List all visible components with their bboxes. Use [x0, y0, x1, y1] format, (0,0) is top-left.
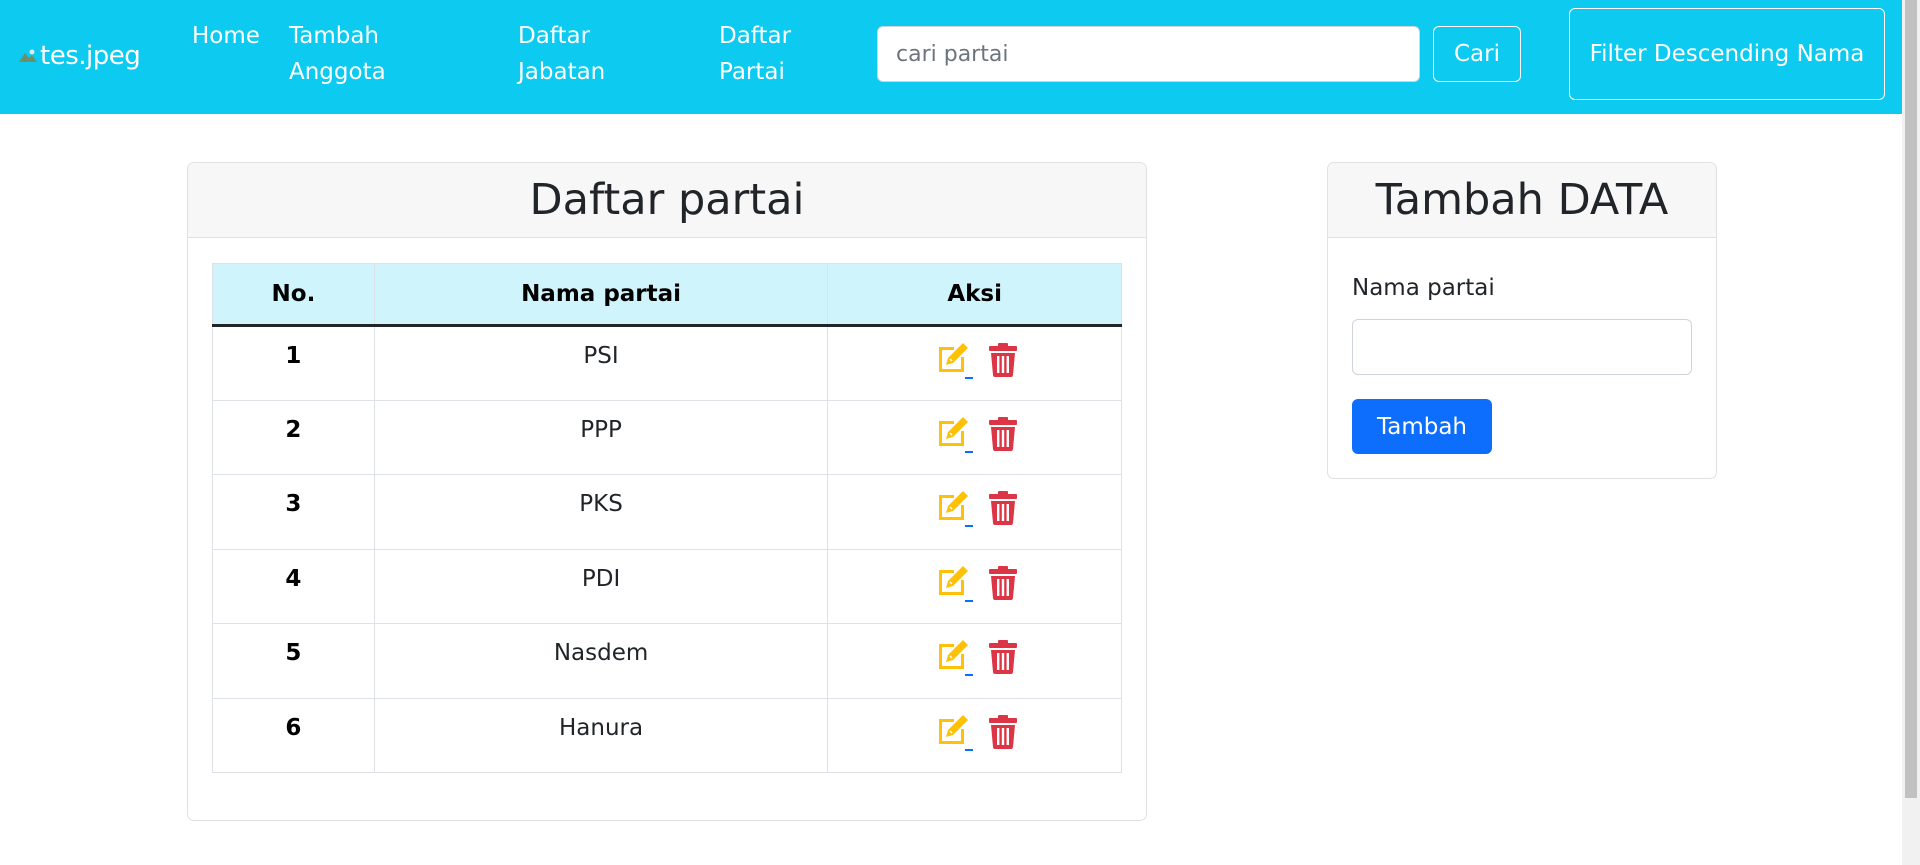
delete-button[interactable]: [988, 565, 1017, 600]
table-body: 1 PSI 2 PPP 3 PKS 4 PDI 5 Nasdem 6 Hanura: [212, 325, 1122, 773]
table-row: 1 PSI: [212, 325, 1122, 401]
row-number: 3: [212, 474, 375, 550]
scrollbar-thumb[interactable]: [1905, 0, 1917, 798]
row-number: 5: [212, 623, 375, 699]
trash-icon: [988, 416, 1017, 451]
table-row: 5 Nasdem: [212, 623, 1122, 699]
delete-button[interactable]: [988, 491, 1017, 525]
table-row: 2 PPP: [212, 399, 1122, 475]
tambah-data-card: Tambah DATA Nama partai Tambah: [1327, 162, 1717, 479]
table-row: 3 PKS: [212, 474, 1122, 550]
edit-icon: [938, 416, 968, 446]
broken-image-icon: [19, 49, 37, 62]
trash-icon: [988, 565, 1017, 600]
row-actions: [827, 474, 1122, 550]
row-number: 2: [212, 399, 375, 475]
row-number: 1: [212, 325, 375, 401]
delete-button[interactable]: [988, 714, 1017, 749]
partai-list-card: Daftar partai No. Nama partai Aksi 1 PSI 2…: [187, 162, 1147, 821]
edit-icon: [938, 491, 968, 520]
column-header-aksi: Aksi: [827, 263, 1122, 327]
nama-partai-input[interactable]: [1352, 319, 1692, 375]
nama-partai-label: Nama partai: [1352, 275, 1495, 301]
search-input[interactable]: [877, 26, 1420, 82]
nav-daftar-jabatan[interactable]: Daftar Jabatan: [518, 18, 648, 90]
delete-button[interactable]: [988, 343, 1017, 377]
row-party-name: PKS: [373, 474, 829, 550]
row-actions: [827, 399, 1122, 475]
nav-home[interactable]: Home: [192, 18, 260, 54]
trash-icon: [988, 343, 1017, 377]
row-actions: [827, 548, 1122, 624]
edit-icon: [938, 714, 968, 744]
brand-logo[interactable]: tes.jpeg: [18, 38, 158, 74]
brand-alt-text: tes.jpeg: [40, 41, 141, 71]
delete-button[interactable]: [988, 416, 1017, 451]
nav-daftar-partai[interactable]: Daftar Partai: [719, 18, 829, 90]
row-actions: [827, 697, 1122, 773]
edit-icon: [938, 343, 968, 372]
row-party-name: PPP: [373, 399, 829, 475]
row-number: 4: [212, 548, 375, 624]
card-title: Daftar partai: [188, 163, 1146, 238]
table-row: 4 PDI: [212, 548, 1122, 624]
tambah-button[interactable]: Tambah: [1352, 399, 1492, 454]
row-party-name: Hanura: [373, 697, 829, 773]
row-actions: [827, 325, 1122, 401]
column-header-no: No.: [212, 263, 375, 327]
table-row: 6 Hanura: [212, 697, 1122, 773]
edit-icon: [938, 565, 968, 595]
nav-tambah-anggota[interactable]: Tambah Anggota: [289, 18, 449, 90]
edit-button[interactable]: [933, 713, 973, 751]
edit-button[interactable]: [933, 341, 973, 379]
delete-button[interactable]: [988, 640, 1017, 674]
filter-descending-button[interactable]: Filter Descending Nama: [1569, 8, 1885, 100]
trash-icon: [988, 491, 1017, 525]
table-header-row: No. Nama partai Aksi: [212, 263, 1122, 327]
edit-button[interactable]: [933, 489, 973, 527]
search-button[interactable]: Cari: [1433, 26, 1521, 82]
column-header-nama: Nama partai: [373, 263, 829, 327]
card-title: Tambah DATA: [1328, 163, 1716, 238]
row-party-name: PSI: [373, 325, 829, 401]
row-party-name: PDI: [373, 548, 829, 624]
trash-icon: [988, 640, 1017, 674]
partai-table: No. Nama partai Aksi 1 PSI 2 PPP 3 PKS 4 PDI 5 Na…: [212, 263, 1122, 773]
edit-button[interactable]: [933, 564, 973, 602]
row-number: 6: [212, 697, 375, 773]
trash-icon: [988, 714, 1017, 749]
navbar: tes.jpeg Home Tambah Anggota Daftar Jaba…: [0, 0, 1902, 114]
edit-button[interactable]: [933, 638, 973, 676]
edit-button[interactable]: [933, 415, 973, 453]
row-party-name: Nasdem: [373, 623, 829, 699]
row-actions: [827, 623, 1122, 699]
edit-icon: [938, 640, 968, 669]
